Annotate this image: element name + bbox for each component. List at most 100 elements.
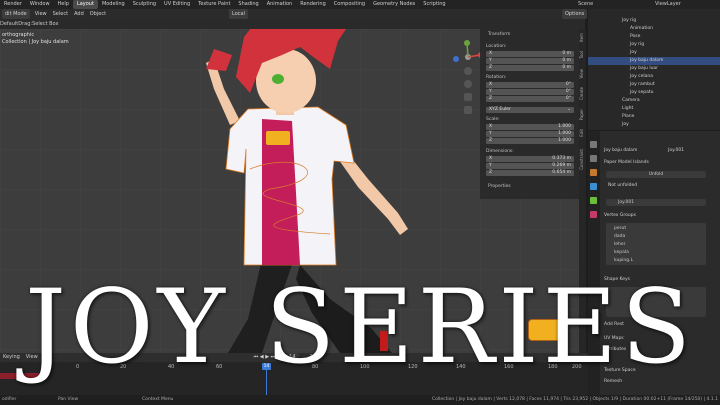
dimensions-y-field[interactable]: Y 0.269 m <box>486 163 574 169</box>
tab-constraint[interactable]: Constraint <box>579 149 586 170</box>
material-tab-icon[interactable] <box>590 211 597 218</box>
tab-geometry-nodes[interactable]: Geometry Nodes <box>369 0 419 9</box>
rotation-mode-dropdown[interactable]: XYZ Euler ⌄ <box>486 107 574 113</box>
current-frame-field[interactable]: 14 <box>286 353 299 362</box>
vertex-group-list[interactable]: perut dada leher kepala kuping.L <box>606 223 706 265</box>
unfold-button[interactable]: Unfold <box>606 171 706 178</box>
orientation-dropdown[interactable]: Local <box>229 9 249 19</box>
location-y-field[interactable]: Y0 m <box>486 58 574 64</box>
tab-modeling[interactable]: Modeling <box>98 0 129 9</box>
outliner-row[interactable]: Animation <box>588 25 720 33</box>
rotation-x-field[interactable]: X 0° <box>486 82 574 88</box>
vertex-group-item[interactable]: kuping.L <box>614 258 633 263</box>
keying-menu[interactable]: Keying <box>0 353 23 362</box>
outliner-row[interactable]: Joy sepatu <box>588 89 720 97</box>
scene-selector[interactable]: Scene <box>578 1 593 7</box>
vertex-group-item[interactable]: dada <box>614 234 625 239</box>
playhead-marker[interactable]: 14 <box>262 363 271 370</box>
timeline-header: Keying View ⏮ ◀ ▶ ⏭ 14 1 <box>0 353 588 362</box>
menu-object[interactable]: Object <box>87 9 109 19</box>
vertex-group-item[interactable]: kepala <box>614 250 629 255</box>
tab-paper[interactable]: Paper <box>579 109 586 120</box>
keyframe-track[interactable] <box>0 373 40 379</box>
paper-model-title[interactable]: Paper Model Islands <box>604 160 649 165</box>
outliner-row[interactable]: Camera <box>588 97 720 105</box>
tick-label: 160 <box>504 364 514 370</box>
modifier-tab-icon[interactable] <box>590 183 597 190</box>
menu-help[interactable]: Help <box>54 0 73 9</box>
menu-view[interactable]: View <box>32 9 50 19</box>
menu-add[interactable]: Add <box>71 9 87 19</box>
scale-x-field[interactable]: X 1.000 <box>486 124 574 130</box>
tab-item[interactable]: Item <box>579 33 586 42</box>
location-x-field[interactable]: X0 m <box>486 51 574 57</box>
tab-shading[interactable]: Shading <box>234 0 262 9</box>
attributes-title[interactable]: Attributes <box>604 347 626 352</box>
status-bar: odifier Pan View Context Menu Collection… <box>0 395 720 405</box>
uv-maps-title[interactable]: UV Maps <box>604 336 624 341</box>
outliner-row[interactable]: Light <box>588 105 720 113</box>
pivot-dropdown[interactable]: Default <box>0 21 18 27</box>
shape-keys-list[interactable] <box>606 287 706 317</box>
mesh-datablock-field[interactable]: Joy.001 <box>606 199 706 206</box>
dimensions-x-field[interactable]: X 0.373 m <box>486 156 574 162</box>
tab-layout[interactable]: Layout <box>72 0 98 9</box>
scale-y-field[interactable]: Y 1.000 <box>486 131 574 137</box>
menu-render[interactable]: Render <box>0 0 26 9</box>
tab-rendering[interactable]: Rendering <box>296 0 330 9</box>
remesh-title[interactable]: Remesh <box>604 379 622 384</box>
tab-uv-editing[interactable]: UV Editing <box>160 0 194 9</box>
outliner-row[interactable]: Joy <box>588 49 720 57</box>
outliner-row[interactable]: Joy rig <box>588 41 720 49</box>
timeline[interactable]: Keying View ⏮ ◀ ▶ ⏭ 14 1 0 20 40 60 80 1… <box>0 353 588 395</box>
tab-create[interactable]: Create <box>579 87 586 100</box>
playback-controls[interactable]: ⏮ ◀ ▶ ⏭ <box>251 353 278 362</box>
status-context-menu: Context Menu <box>142 397 174 402</box>
outliner-row[interactable]: Pose <box>588 33 720 41</box>
outliner-row[interactable]: Joy <box>588 121 720 129</box>
vertex-group-item[interactable]: perut <box>614 226 626 231</box>
location-z-field[interactable]: Z0 m <box>486 65 574 71</box>
outliner-row[interactable]: Joy celana <box>588 73 720 81</box>
add-rest-button[interactable]: Add Rest <box>604 322 624 327</box>
outliner-row-selected[interactable]: Joy baju dalam <box>588 57 720 65</box>
menu-window[interactable]: Window <box>26 0 54 9</box>
tool-tab-icon[interactable] <box>590 141 597 148</box>
mode-dropdown[interactable]: dit Mode <box>2 9 30 19</box>
tab-compositing[interactable]: Compositing <box>330 0 369 9</box>
dimensions-z-field[interactable]: Z 0.654 m <box>486 170 574 176</box>
object-tab-icon[interactable] <box>590 169 597 176</box>
zoom-icon[interactable] <box>464 67 472 75</box>
mesh-data-tab-icon[interactable] <box>590 197 597 204</box>
outliner-row[interactable]: Plane <box>588 113 720 121</box>
rotation-z-field[interactable]: Z 0° <box>486 96 574 102</box>
vertex-groups-title[interactable]: Vertex Groups <box>604 213 636 218</box>
viewlayer-selector[interactable]: ViewLayer <box>655 1 681 7</box>
select-box-dropdown[interactable]: Select Box <box>32 21 58 27</box>
tab-edit[interactable]: Edit <box>579 129 586 137</box>
outliner-row[interactable]: Joy baju luar <box>588 65 720 73</box>
pan-hand-icon[interactable] <box>464 80 472 88</box>
outliner-row[interactable]: Joy rig <box>588 17 720 25</box>
menu-select[interactable]: Select <box>50 9 71 19</box>
texture-space-title[interactable]: Texture Space <box>604 368 636 373</box>
vertex-group-item[interactable]: leher <box>614 242 626 247</box>
tab-view[interactable]: View <box>579 69 586 79</box>
properties-subpanel[interactable]: Properties <box>488 184 511 189</box>
shape-keys-title[interactable]: Shape Keys <box>604 277 630 282</box>
grid-toggle-icon[interactable] <box>464 106 472 114</box>
tab-tool[interactable]: Tool <box>579 51 586 59</box>
tab-texture-paint[interactable]: Texture Paint <box>194 0 234 9</box>
timeline-view-menu[interactable]: View <box>23 353 41 362</box>
scale-z-field[interactable]: Z 1.000 <box>486 138 574 144</box>
rotation-y-field[interactable]: Y 0° <box>486 89 574 95</box>
camera-view-icon[interactable] <box>464 93 472 101</box>
tab-sculpting[interactable]: Sculpting <box>129 0 160 9</box>
start-frame-field[interactable]: 1 <box>307 353 316 362</box>
render-tab-icon[interactable] <box>590 155 597 162</box>
outliner-row[interactable]: Joy rambut <box>588 81 720 89</box>
playhead-line[interactable] <box>266 370 267 395</box>
tab-animation[interactable]: Animation <box>263 0 297 9</box>
options-dropdown[interactable]: Options <box>562 9 588 19</box>
tab-scripting[interactable]: Scripting <box>419 0 449 9</box>
